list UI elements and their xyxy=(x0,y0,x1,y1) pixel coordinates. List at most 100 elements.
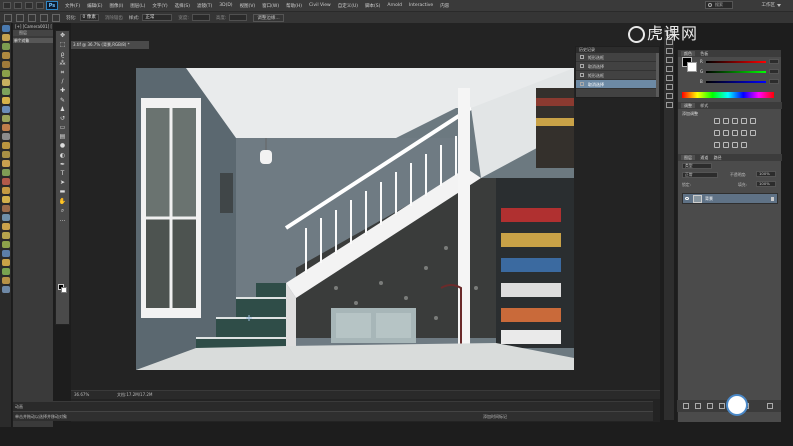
helper-icon[interactable] xyxy=(1,115,10,122)
history-row-selected[interactable]: 取消选择 xyxy=(576,80,659,89)
opacity-field[interactable]: 100% xyxy=(756,171,776,177)
render-icon[interactable] xyxy=(1,196,10,203)
invert-icon[interactable] xyxy=(714,142,720,148)
motion-icon[interactable] xyxy=(1,169,10,176)
undo-icon[interactable] xyxy=(3,2,11,9)
cylinder-icon[interactable] xyxy=(1,52,10,59)
canvas-image[interactable] xyxy=(136,68,574,370)
menu-help[interactable]: 帮助(H) xyxy=(286,3,302,9)
style-select[interactable]: 正常 xyxy=(142,14,173,21)
hand-tool-icon[interactable]: ✋ xyxy=(57,198,68,206)
edit-icon[interactable] xyxy=(36,2,44,9)
layer-style-icon[interactable] xyxy=(695,403,701,409)
menu-script[interactable]: 脚本(S) xyxy=(365,3,380,9)
utilities-icon[interactable] xyxy=(1,187,10,194)
menu-window[interactable]: 窗口(W) xyxy=(262,3,279,9)
schematic-icon[interactable] xyxy=(1,232,10,239)
menu-arnold[interactable]: Arnold xyxy=(387,3,402,8)
tab-swatches[interactable]: 色板 xyxy=(700,51,708,56)
color-balance-icon[interactable] xyxy=(723,130,729,136)
character-panel-icon[interactable] xyxy=(665,48,673,54)
link-icon[interactable] xyxy=(25,2,33,9)
antialias-checkbox[interactable]: 消除锯齿 xyxy=(105,15,123,21)
scene-icon[interactable] xyxy=(1,214,10,221)
hue-saturation-icon[interactable] xyxy=(714,130,720,136)
redo-icon[interactable] xyxy=(14,2,22,9)
plane-icon[interactable] xyxy=(1,88,10,95)
green-value[interactable] xyxy=(769,69,779,74)
levels-icon[interactable] xyxy=(723,118,729,124)
create-icon[interactable] xyxy=(1,25,10,32)
trash-icon[interactable] xyxy=(767,403,773,409)
mask-icon[interactable] xyxy=(707,403,713,409)
menu-file[interactable]: 文件(F) xyxy=(65,3,80,9)
color-spectrum[interactable] xyxy=(682,92,774,98)
blue-value[interactable] xyxy=(769,79,779,84)
intersect-selection-icon[interactable] xyxy=(52,13,60,22)
red-slider[interactable] xyxy=(706,61,766,63)
system-icon[interactable] xyxy=(1,133,10,140)
tab-channels[interactable]: 通道 xyxy=(700,155,708,160)
type-tool-icon[interactable]: T xyxy=(57,170,68,178)
light-icon[interactable] xyxy=(1,97,10,104)
history-row[interactable]: 矩形选框 xyxy=(576,53,659,62)
eye-icon[interactable] xyxy=(685,197,689,200)
history-scrollbar[interactable] xyxy=(656,53,659,97)
snap-icon[interactable] xyxy=(1,250,10,257)
fill-field[interactable]: 100% xyxy=(756,181,776,187)
box-icon[interactable] xyxy=(1,43,10,50)
menu-content[interactable]: 内容 xyxy=(440,3,449,9)
green-slider[interactable] xyxy=(706,71,766,73)
healing-tool-icon[interactable]: ✚ xyxy=(57,87,68,95)
add-selection-icon[interactable] xyxy=(28,13,36,22)
subtract-selection-icon[interactable] xyxy=(40,13,48,22)
brightness-icon[interactable] xyxy=(714,118,720,124)
cone-icon[interactable] xyxy=(1,61,10,68)
blend-mode-select[interactable]: 正常 xyxy=(682,172,718,178)
feather-field[interactable]: 0 像素 xyxy=(79,14,99,21)
menu-3d[interactable]: 3D(D) xyxy=(219,3,232,8)
menu-type[interactable]: 文字(Y) xyxy=(152,3,167,9)
clone-source-icon[interactable] xyxy=(665,75,673,81)
move-tool-icon[interactable]: ✥ xyxy=(57,32,68,40)
dodge-tool-icon[interactable]: ◐ xyxy=(57,152,68,160)
angle-snap-icon[interactable] xyxy=(1,259,10,266)
lasso-tool-icon[interactable]: ϱ xyxy=(57,51,68,59)
viewport-tab[interactable]: 图层 xyxy=(13,30,53,36)
black-white-icon[interactable] xyxy=(732,130,738,136)
brush-panel-icon[interactable] xyxy=(665,66,673,72)
time-tag-hint[interactable]: 添加时间标记 xyxy=(483,414,507,420)
background-color-swatch[interactable] xyxy=(687,62,697,72)
eyedropper-tool-icon[interactable]: ∕ xyxy=(57,78,68,86)
properties-panel-icon[interactable] xyxy=(665,102,673,108)
marquee-tool-icon[interactable] xyxy=(4,13,12,22)
material-icon[interactable] xyxy=(1,205,10,212)
doc-size[interactable]: 文档:17.2M/17.2M xyxy=(117,391,152,399)
navigator-panel-icon[interactable] xyxy=(665,93,673,99)
shape-tool-icon[interactable]: ▬ xyxy=(57,188,68,196)
photo-filter-icon[interactable] xyxy=(741,130,747,136)
red-value[interactable] xyxy=(769,59,779,64)
layer-kind-filter[interactable]: 类型 xyxy=(682,163,712,169)
tab-adjustments[interactable]: 调整 xyxy=(681,103,695,108)
menu-customize[interactable]: 自定义(U) xyxy=(338,3,358,9)
chevron-down-icon[interactable] xyxy=(777,4,781,7)
adjustment-layer-icon[interactable] xyxy=(719,403,725,409)
gradient-tool-icon[interactable]: ▤ xyxy=(57,133,68,141)
space-warp-icon[interactable] xyxy=(1,124,10,131)
posterize-icon[interactable] xyxy=(723,142,729,148)
tab-color[interactable]: 颜色 xyxy=(681,51,695,56)
torus-icon[interactable] xyxy=(1,70,10,77)
layer-manager-icon[interactable] xyxy=(1,223,10,230)
hierarchy-icon[interactable] xyxy=(1,160,10,167)
camera-icon[interactable] xyxy=(1,106,10,113)
layer-name[interactable]: 背景 xyxy=(705,196,713,202)
quick-select-tool-icon[interactable]: ⁂ xyxy=(57,60,68,68)
search-input[interactable]: 搜索 xyxy=(705,1,733,9)
zoom-level[interactable]: 36.67% xyxy=(74,391,89,399)
vibrance-icon[interactable] xyxy=(750,118,756,124)
height-field[interactable] xyxy=(229,14,248,21)
menu-edit[interactable]: 编辑(E) xyxy=(87,3,102,9)
exposure-icon[interactable] xyxy=(741,118,747,124)
menu-filter[interactable]: 滤镜(T) xyxy=(197,3,212,9)
